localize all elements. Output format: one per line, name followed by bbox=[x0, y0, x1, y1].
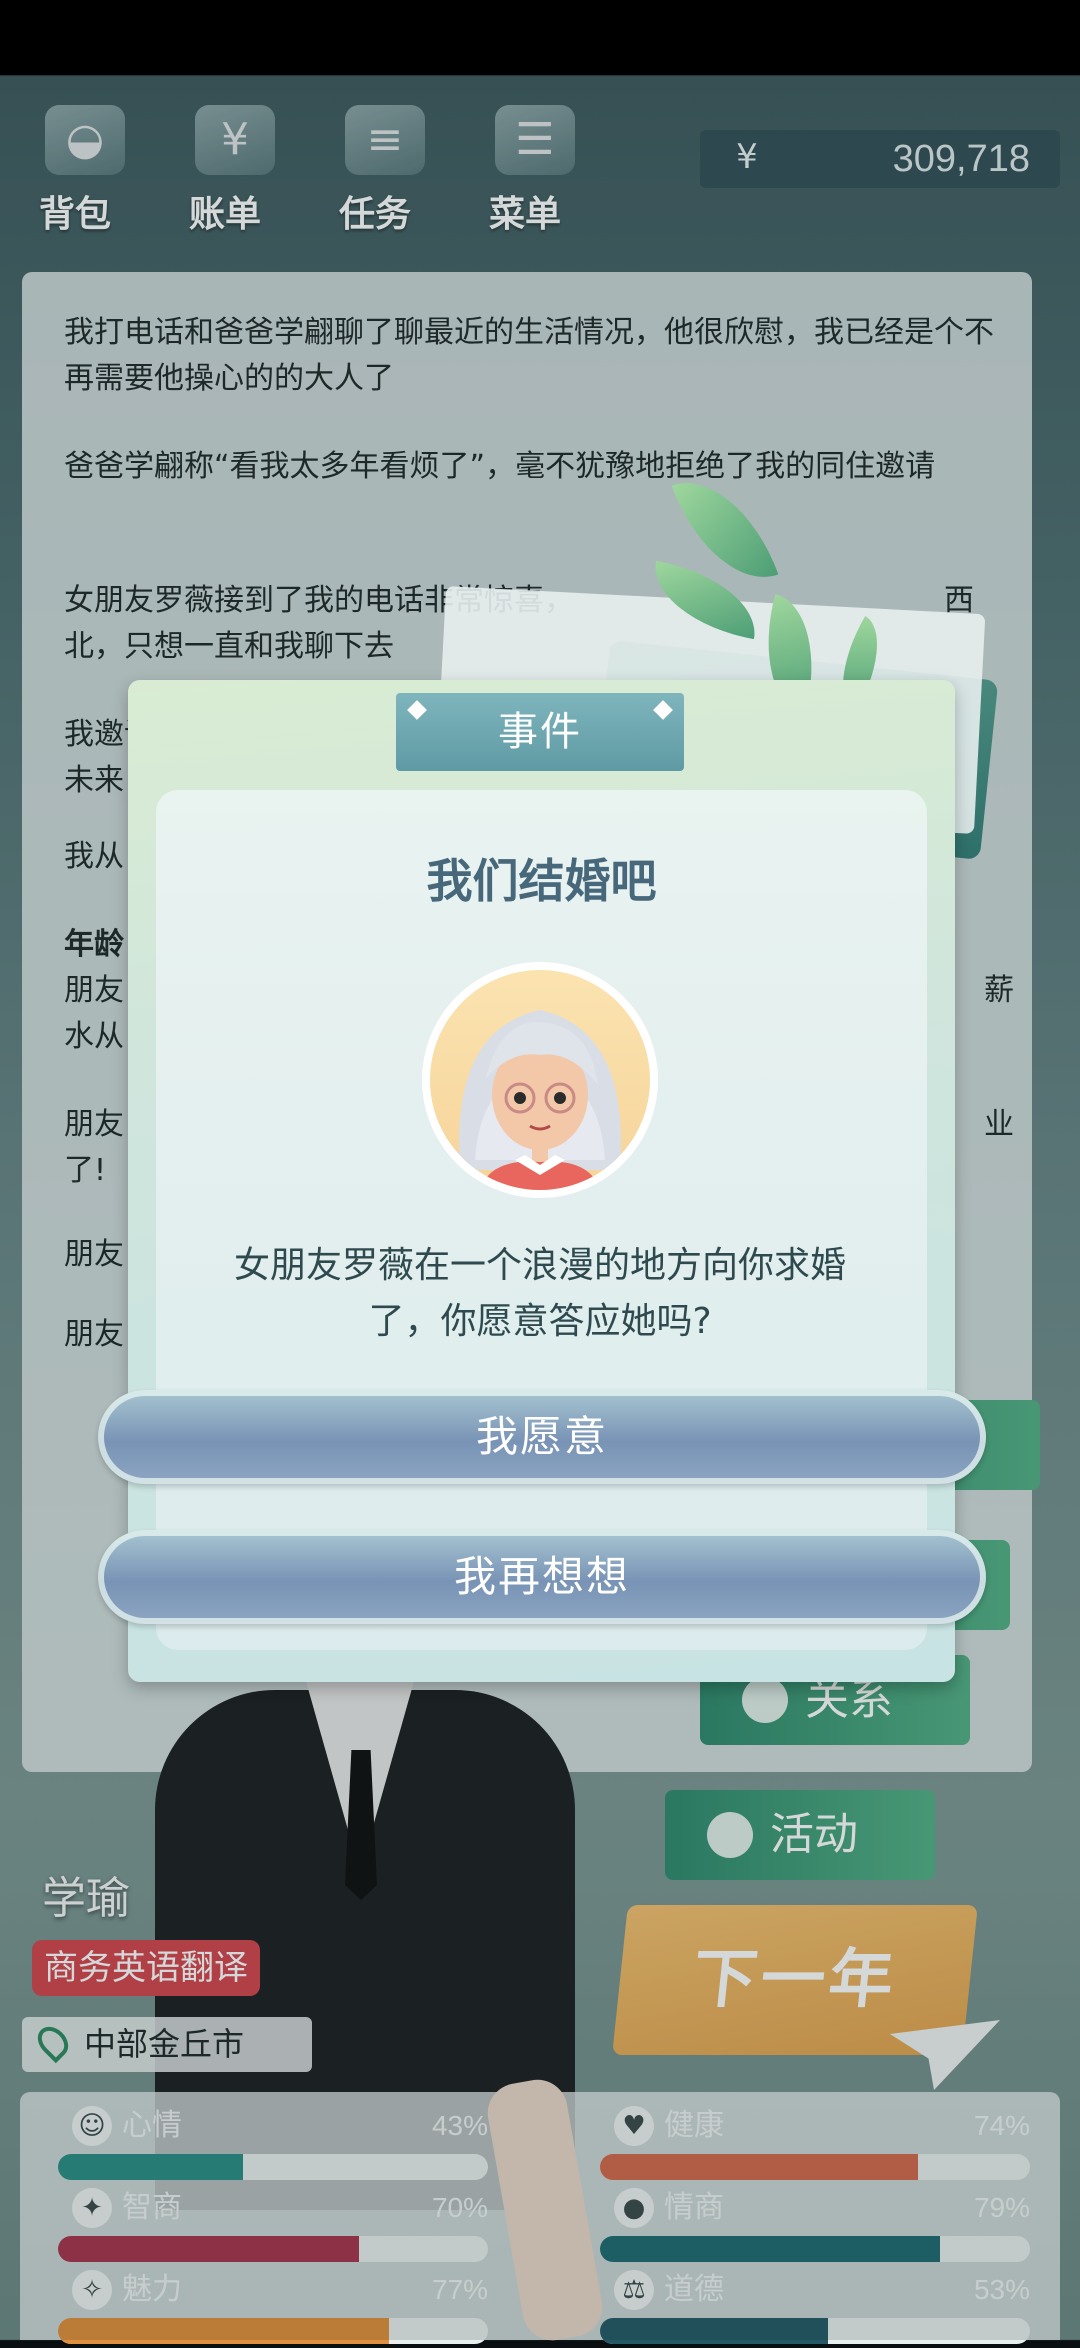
avatar-portrait bbox=[430, 970, 650, 1190]
dialog-message-line: 女朋友罗薇在一个浪漫的地方向你求婚 bbox=[233, 1245, 846, 1286]
avatar bbox=[422, 962, 658, 1198]
decline-label: 我再想想 bbox=[453, 1552, 630, 1601]
status-bar bbox=[0, 0, 1080, 75]
dialog-message-line: 了，你愿意答应她吗? bbox=[368, 1301, 712, 1342]
dialog-body bbox=[156, 790, 927, 1650]
decline-button[interactable]: 我再想想 bbox=[98, 1530, 986, 1624]
accept-label: 我愿意 bbox=[475, 1412, 608, 1461]
dialog-message: 女朋友罗薇在一个浪漫的地方向你求婚 了，你愿意答应她吗? bbox=[185, 1238, 895, 1350]
dialog-title: 我们结婚吧 bbox=[426, 854, 657, 908]
dialog-tab-label: 事件 bbox=[498, 709, 582, 755]
dialog-tab: 事件 bbox=[396, 693, 684, 771]
accept-button[interactable]: 我愿意 bbox=[98, 1390, 986, 1484]
girl-avatar-icon bbox=[459, 1010, 621, 1190]
